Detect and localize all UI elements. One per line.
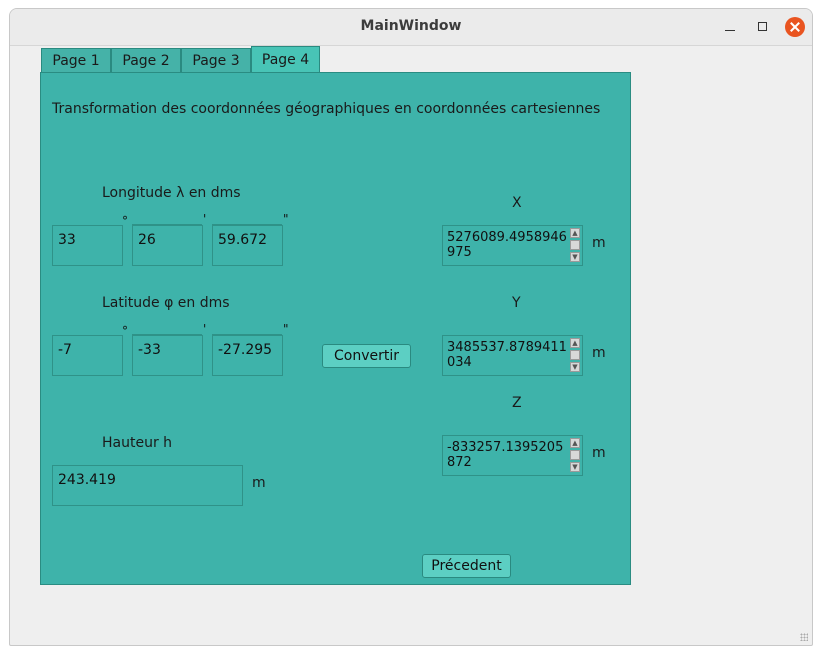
down-arrow-icon[interactable]: ▼: [570, 362, 580, 372]
y-label: Y: [512, 295, 521, 311]
y-spinbox[interactable]: 3485537.8789411034 ▲ ▼: [442, 335, 583, 376]
longitude-label: Longitude λ en dms: [102, 185, 241, 201]
minimize-icon[interactable]: [720, 17, 740, 37]
x-unit: m: [592, 235, 606, 251]
tab-page-4[interactable]: Page 4: [251, 46, 320, 74]
z-unit: m: [592, 445, 606, 461]
convert-button[interactable]: Convertir: [322, 344, 411, 368]
tab-page-2[interactable]: Page 2: [111, 48, 181, 73]
latitude-minutes-field[interactable]: -33: [132, 335, 203, 376]
longitude-seconds-field[interactable]: 59.672: [212, 225, 283, 266]
spin-arrows[interactable]: ▲ ▼: [570, 438, 581, 474]
height-label: Hauteur h: [102, 435, 173, 451]
spin-arrows[interactable]: ▲ ▼: [570, 338, 581, 374]
spin-arrows[interactable]: ▲ ▼: [570, 228, 581, 264]
up-arrow-icon[interactable]: ▲: [570, 228, 580, 238]
up-arrow-icon[interactable]: ▲: [570, 338, 580, 348]
second-symbol: ": [283, 322, 289, 336]
latitude-degrees-field[interactable]: -7: [52, 335, 123, 376]
height-field[interactable]: 243.419: [52, 465, 243, 506]
longitude-minutes-field[interactable]: 26: [132, 225, 203, 266]
x-label: X: [512, 195, 522, 211]
minute-symbol: ': [203, 322, 207, 336]
resize-grip[interactable]: [800, 633, 808, 641]
minute-symbol: ': [203, 212, 207, 226]
scroll-handle[interactable]: [570, 450, 580, 460]
z-spinbox[interactable]: -833257.1395205872 ▲ ▼: [442, 435, 583, 476]
window-title: MainWindow: [360, 18, 462, 34]
latitude-seconds-field[interactable]: -27.295: [212, 335, 283, 376]
latitude-label: Latitude φ en dms: [102, 295, 230, 311]
page-4-panel: Transformation des coordonnées géographi…: [40, 72, 631, 585]
page-heading: Transformation des coordonnées géographi…: [52, 101, 601, 117]
y-value: 3485537.8789411034: [447, 340, 567, 370]
down-arrow-icon[interactable]: ▼: [570, 462, 580, 472]
maximize-icon[interactable]: [752, 17, 772, 37]
y-unit: m: [592, 345, 606, 361]
previous-button[interactable]: Précedent: [422, 554, 511, 578]
z-label: Z: [512, 395, 522, 411]
title-bar: MainWindow: [10, 9, 812, 46]
height-unit: m: [252, 475, 266, 491]
tab-page-3[interactable]: Page 3: [181, 48, 251, 73]
x-value: 5276089.4958946975: [447, 230, 567, 260]
second-symbol: ": [283, 212, 289, 226]
scroll-handle[interactable]: [570, 350, 580, 360]
tab-page-1[interactable]: Page 1: [41, 48, 111, 73]
longitude-degrees-field[interactable]: 33: [52, 225, 123, 266]
scroll-handle[interactable]: [570, 240, 580, 250]
down-arrow-icon[interactable]: ▼: [570, 252, 580, 262]
main-window: MainWindow Page 1 Page 2 Page 3 Page 4 T…: [9, 8, 813, 646]
z-value: -833257.1395205872: [447, 440, 564, 470]
close-icon[interactable]: [785, 17, 805, 37]
up-arrow-icon[interactable]: ▲: [570, 438, 580, 448]
x-spinbox[interactable]: 5276089.4958946975 ▲ ▼: [442, 225, 583, 266]
